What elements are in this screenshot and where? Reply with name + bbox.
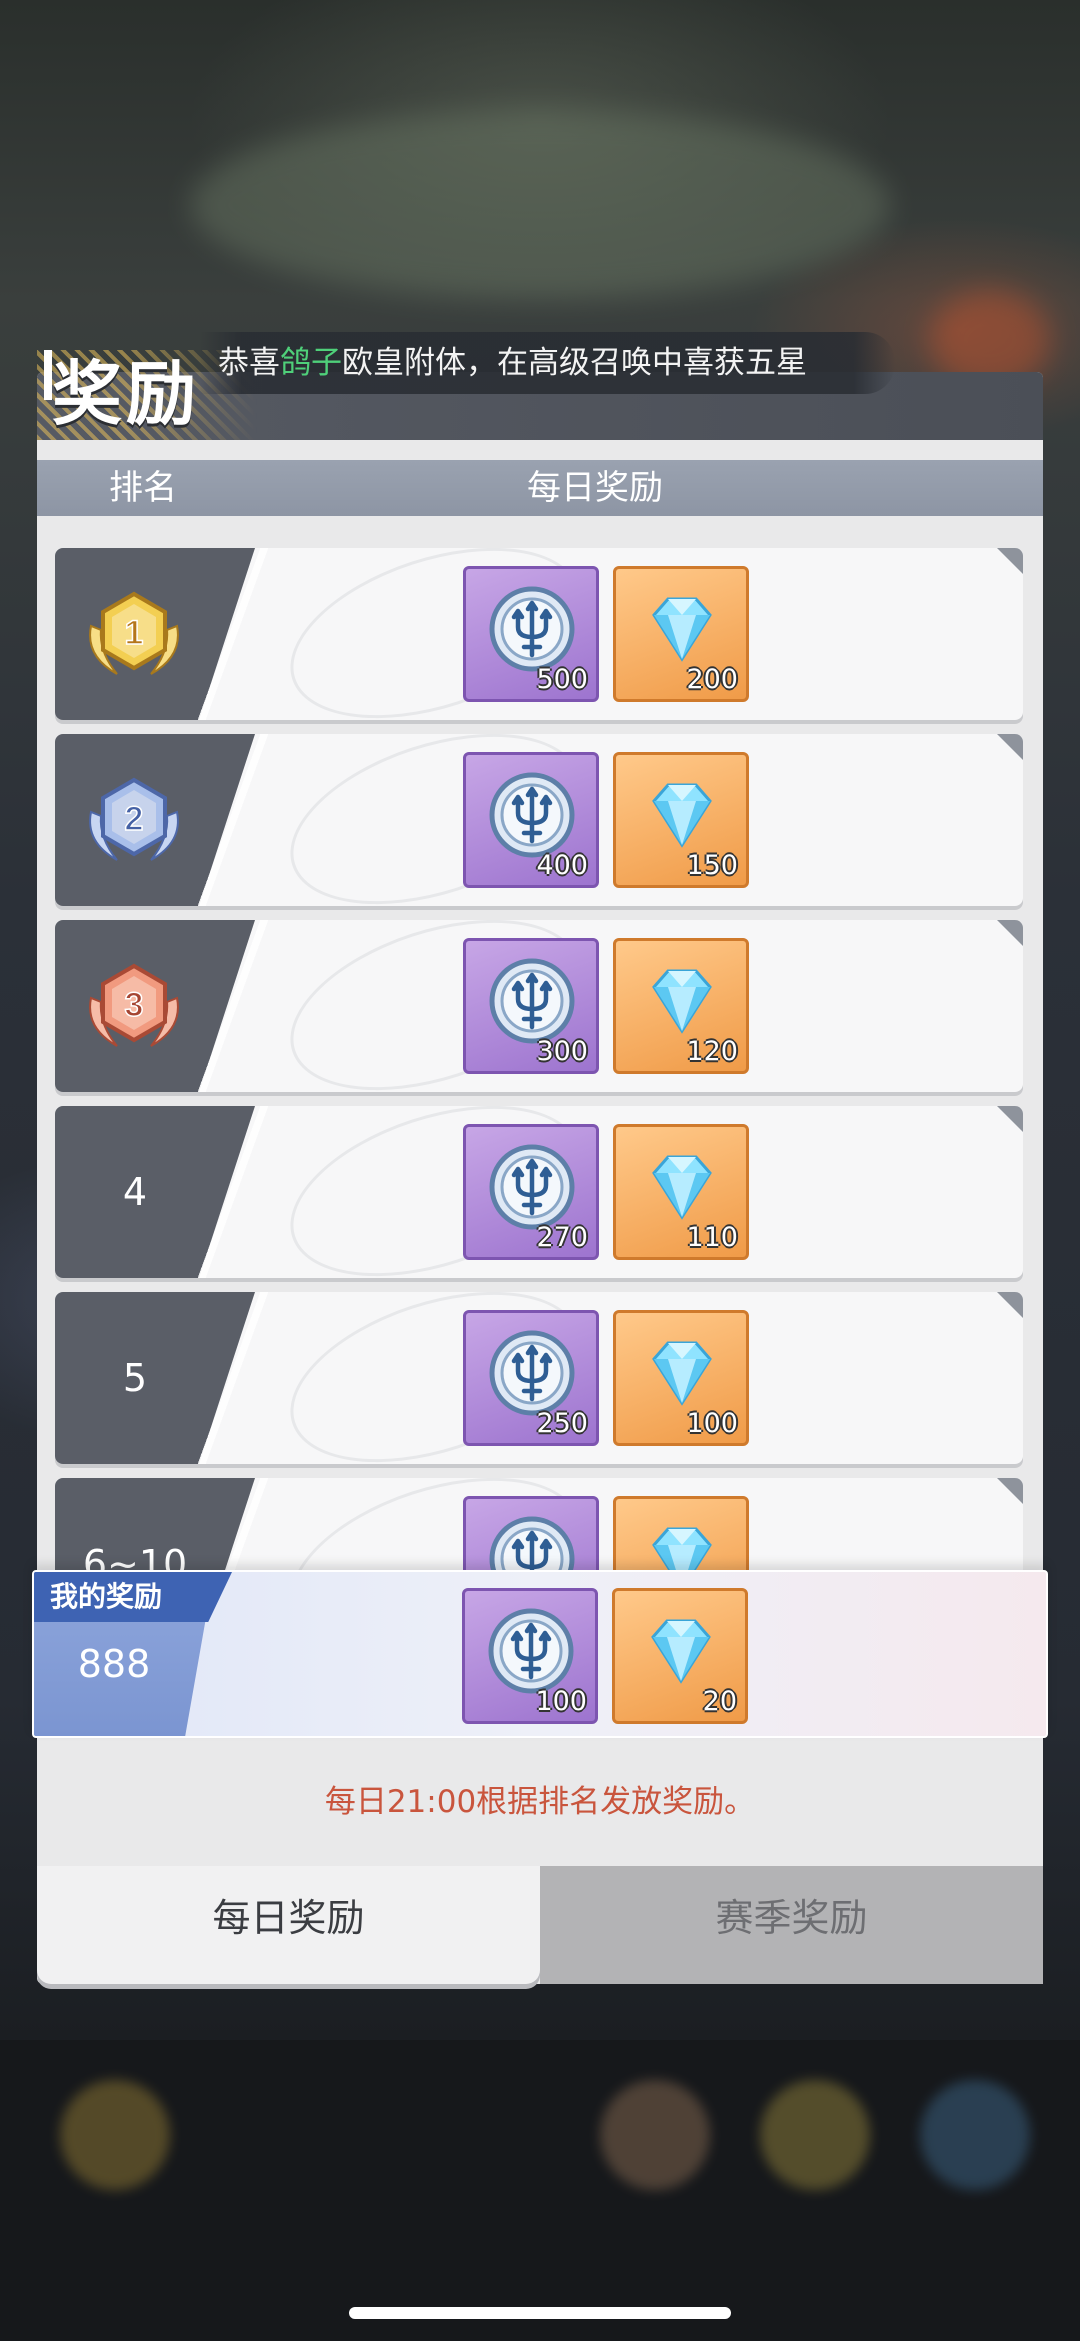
bronze-medal-icon: 3 — [89, 963, 179, 1047]
diamond-icon — [652, 597, 712, 662]
reward-row: 2 400 150 — [55, 734, 1023, 906]
trident-token-icon — [489, 958, 575, 1044]
rank-column-label: 排名 — [109, 468, 177, 508]
item-quantity: 400 — [536, 850, 588, 881]
item-quantity: 200 — [686, 664, 738, 695]
diamond-item[interactable]: 110 — [613, 1124, 749, 1260]
diamond-item[interactable]: 150 — [613, 752, 749, 888]
trident-token-item[interactable]: 300 — [463, 938, 599, 1074]
diamond-item[interactable]: 200 — [613, 566, 749, 702]
trident-token-item[interactable]: 100 — [462, 1588, 598, 1724]
item-quantity: 100 — [686, 1408, 738, 1439]
tab-season-reward[interactable]: 赛季奖励 — [540, 1866, 1043, 1984]
diamond-item[interactable]: 100 — [613, 1310, 749, 1446]
title-marker — [44, 350, 52, 400]
background-blur — [190, 110, 890, 300]
my-reward-bar: 我的奖励 888 100 20 — [32, 1570, 1048, 1738]
rank-number: 4 — [122, 1170, 148, 1214]
diamond-icon — [652, 1341, 712, 1406]
trident-token-item[interactable]: 250 — [463, 1310, 599, 1446]
item-quantity: 250 — [536, 1408, 588, 1439]
item-quantity: 110 — [686, 1222, 738, 1253]
trident-token-item[interactable]: 270 — [463, 1124, 599, 1260]
reward-list[interactable]: 1 500 200 2 400 150 3 300 120 4 270 110 … — [37, 548, 1043, 1748]
broadcast-marquee: 恭喜鸽子欧皇附体，在高级召唤中喜获五星 — [200, 332, 895, 394]
reward-tabs: 每日奖励 赛季奖励 — [37, 1866, 1043, 1984]
diamond-icon — [652, 783, 712, 848]
my-reward-tag: 我的奖励 — [34, 1572, 232, 1622]
trident-token-icon — [489, 1144, 575, 1230]
item-quantity: 120 — [686, 1036, 738, 1067]
bottom-dock-background — [0, 2040, 1080, 2341]
reward-row: 4 270 110 — [55, 1106, 1023, 1278]
medal-rank-number: 3 — [125, 986, 144, 1024]
item-quantity: 20 — [702, 1686, 737, 1717]
diamond-icon — [652, 969, 712, 1034]
item-quantity: 270 — [536, 1222, 588, 1253]
trident-token-item[interactable]: 400 — [463, 752, 599, 888]
marquee-player-name: 鸽子 — [280, 345, 342, 381]
diamond-icon — [652, 1155, 712, 1220]
home-indicator[interactable] — [349, 2307, 731, 2319]
item-quantity: 150 — [686, 850, 738, 881]
reward-row: 1 500 200 — [55, 548, 1023, 720]
dock-blur-icon — [760, 2080, 870, 2190]
gold-medal-icon: 1 — [89, 591, 179, 675]
reward-column-label: 每日奖励 — [527, 468, 663, 508]
medal-rank-number: 2 — [125, 800, 144, 838]
dock-blur-icon — [60, 2080, 170, 2190]
marquee-prefix: 恭喜 — [218, 345, 280, 381]
reward-row: 3 300 120 — [55, 920, 1023, 1092]
diamond-item[interactable]: 120 — [613, 938, 749, 1074]
medal-rank-number: 1 — [125, 614, 144, 652]
rank-number: 5 — [122, 1356, 148, 1400]
item-quantity: 500 — [536, 664, 588, 695]
silver-medal-icon: 2 — [89, 777, 179, 861]
trident-token-icon — [489, 772, 575, 858]
diamond-item[interactable]: 20 — [612, 1588, 748, 1724]
distribution-notice: 每日21:00根据排名发放奖励。 — [324, 1784, 756, 1820]
dock-blur-icon — [600, 2080, 710, 2190]
item-quantity: 100 — [535, 1686, 587, 1717]
marquee-suffix: 欧皇附体，在高级召唤中喜获五星 — [342, 345, 807, 381]
tab-daily-reward[interactable]: 每日奖励 — [37, 1866, 540, 1984]
my-rank-value: 888 — [77, 1642, 151, 1686]
panel-title: 奖励 — [52, 353, 200, 435]
trident-token-icon — [489, 586, 575, 672]
trident-token-icon — [489, 1330, 575, 1416]
reward-row: 5 250 100 — [55, 1292, 1023, 1464]
item-quantity: 300 — [536, 1036, 588, 1067]
trident-token-icon — [488, 1608, 574, 1694]
dock-blur-icon — [920, 2080, 1030, 2190]
column-header: 排名 每日奖励 — [37, 460, 1043, 516]
trident-token-item[interactable]: 500 — [463, 566, 599, 702]
diamond-icon — [651, 1619, 711, 1684]
